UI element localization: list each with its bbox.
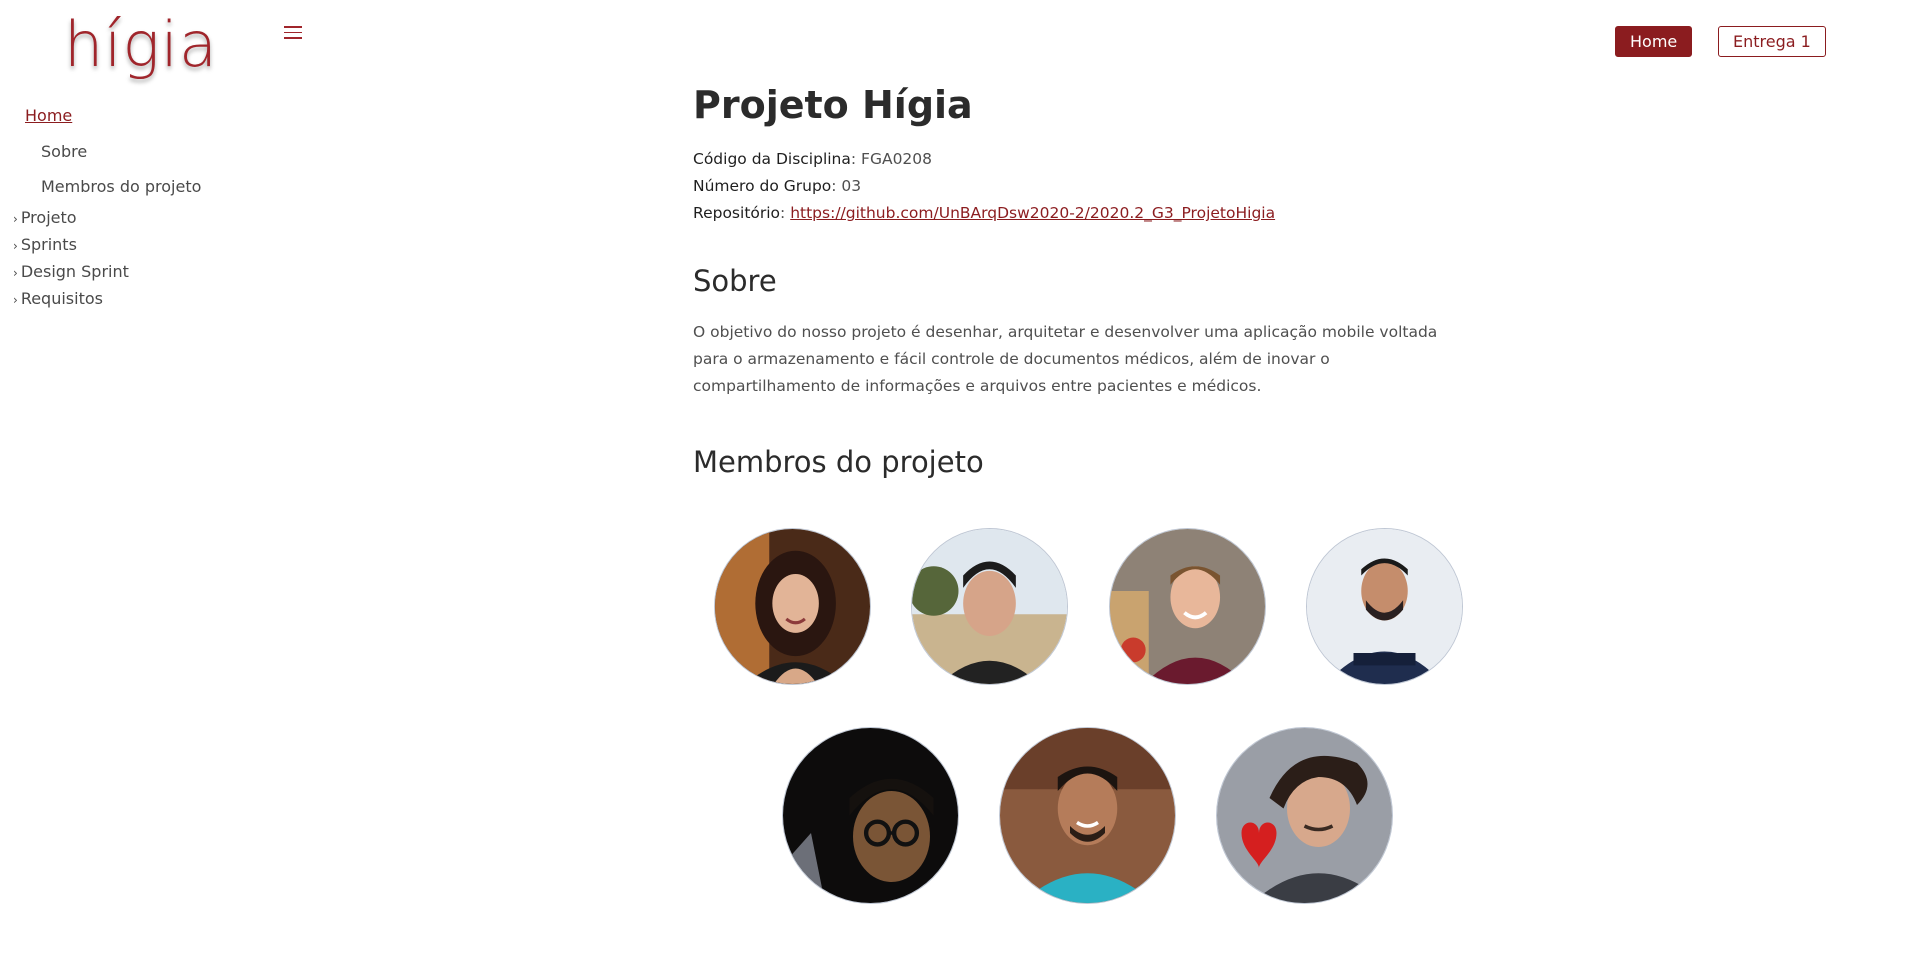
person-icon xyxy=(783,728,958,903)
person-icon xyxy=(1307,529,1462,684)
page-title: Projeto Hígia xyxy=(693,83,973,127)
meta-grupo: Número do Grupo: 03 xyxy=(693,173,1473,200)
home-button[interactable]: Home xyxy=(1615,26,1693,57)
member-avatar[interactable] xyxy=(714,528,871,685)
person-icon xyxy=(715,529,870,684)
sidebar-group-label: Sprints xyxy=(20,235,77,254)
meta-separator: : xyxy=(780,204,791,222)
main-content: Projeto Hígia Código da Disciplina: FGA0… xyxy=(693,76,1473,482)
meta-value: : FGA0208 xyxy=(850,150,933,168)
sidebar-group-requisitos[interactable]: › Requisitos xyxy=(13,289,103,308)
sidebar-group-label: Design Sprint xyxy=(20,262,129,281)
member-avatar[interactable] xyxy=(1306,528,1463,685)
sobre-paragraph: O objetivo do nosso projeto é desenhar, … xyxy=(693,323,1438,395)
meta-label: Número do Grupo xyxy=(693,177,832,195)
entrega-1-button[interactable]: Entrega 1 xyxy=(1718,26,1826,57)
section-heading-sobre: Sobre xyxy=(693,264,777,298)
meta-disciplina: Código da Disciplina: FGA0208 xyxy=(693,146,1473,173)
chevron-right-icon: › xyxy=(13,212,18,226)
person-icon xyxy=(912,529,1067,684)
sidebar-group-sprints[interactable]: › Sprints xyxy=(13,235,77,254)
member-avatar[interactable] xyxy=(782,727,959,904)
sidebar-item-home[interactable]: Home xyxy=(25,106,72,125)
meta-value: : 03 xyxy=(831,177,862,195)
chevron-right-icon: › xyxy=(13,266,18,280)
chevron-right-icon: › xyxy=(13,239,18,253)
sidebar: hígia Home Sobre Membros do projeto › Pro… xyxy=(0,0,320,955)
chevron-right-icon: › xyxy=(13,293,18,307)
sidebar-group-label: Projeto xyxy=(20,208,77,227)
project-meta: Código da Disciplina: FGA0208 Número do … xyxy=(693,146,1473,227)
sidebar-group-label: Requisitos xyxy=(20,289,103,308)
member-avatar[interactable] xyxy=(911,528,1068,685)
sidebar-group-projeto[interactable]: › Projeto xyxy=(13,208,77,227)
repository-link[interactable]: https://github.com/UnBArqDsw2020-2/2020.… xyxy=(790,204,1275,222)
meta-label: Repositório xyxy=(693,204,781,222)
sidebar-item-membros[interactable]: Membros do projeto xyxy=(41,177,201,196)
meta-label: Código da Disciplina xyxy=(693,150,851,168)
sidebar-group-design-sprint[interactable]: › Design Sprint xyxy=(13,262,129,281)
section-heading-membros: Membros do projeto xyxy=(693,445,984,479)
meta-repositorio: Repositório: https://github.com/UnBArqDs… xyxy=(693,200,1473,227)
sidebar-item-sobre[interactable]: Sobre xyxy=(41,142,87,161)
person-icon xyxy=(1110,529,1265,684)
member-avatar[interactable] xyxy=(1216,727,1393,904)
hamburger-icon[interactable] xyxy=(284,26,302,40)
person-icon xyxy=(1217,728,1392,903)
person-icon xyxy=(1000,728,1175,903)
member-avatar[interactable] xyxy=(999,727,1176,904)
member-avatar[interactable] xyxy=(1109,528,1266,685)
logo[interactable]: hígia xyxy=(64,14,218,76)
